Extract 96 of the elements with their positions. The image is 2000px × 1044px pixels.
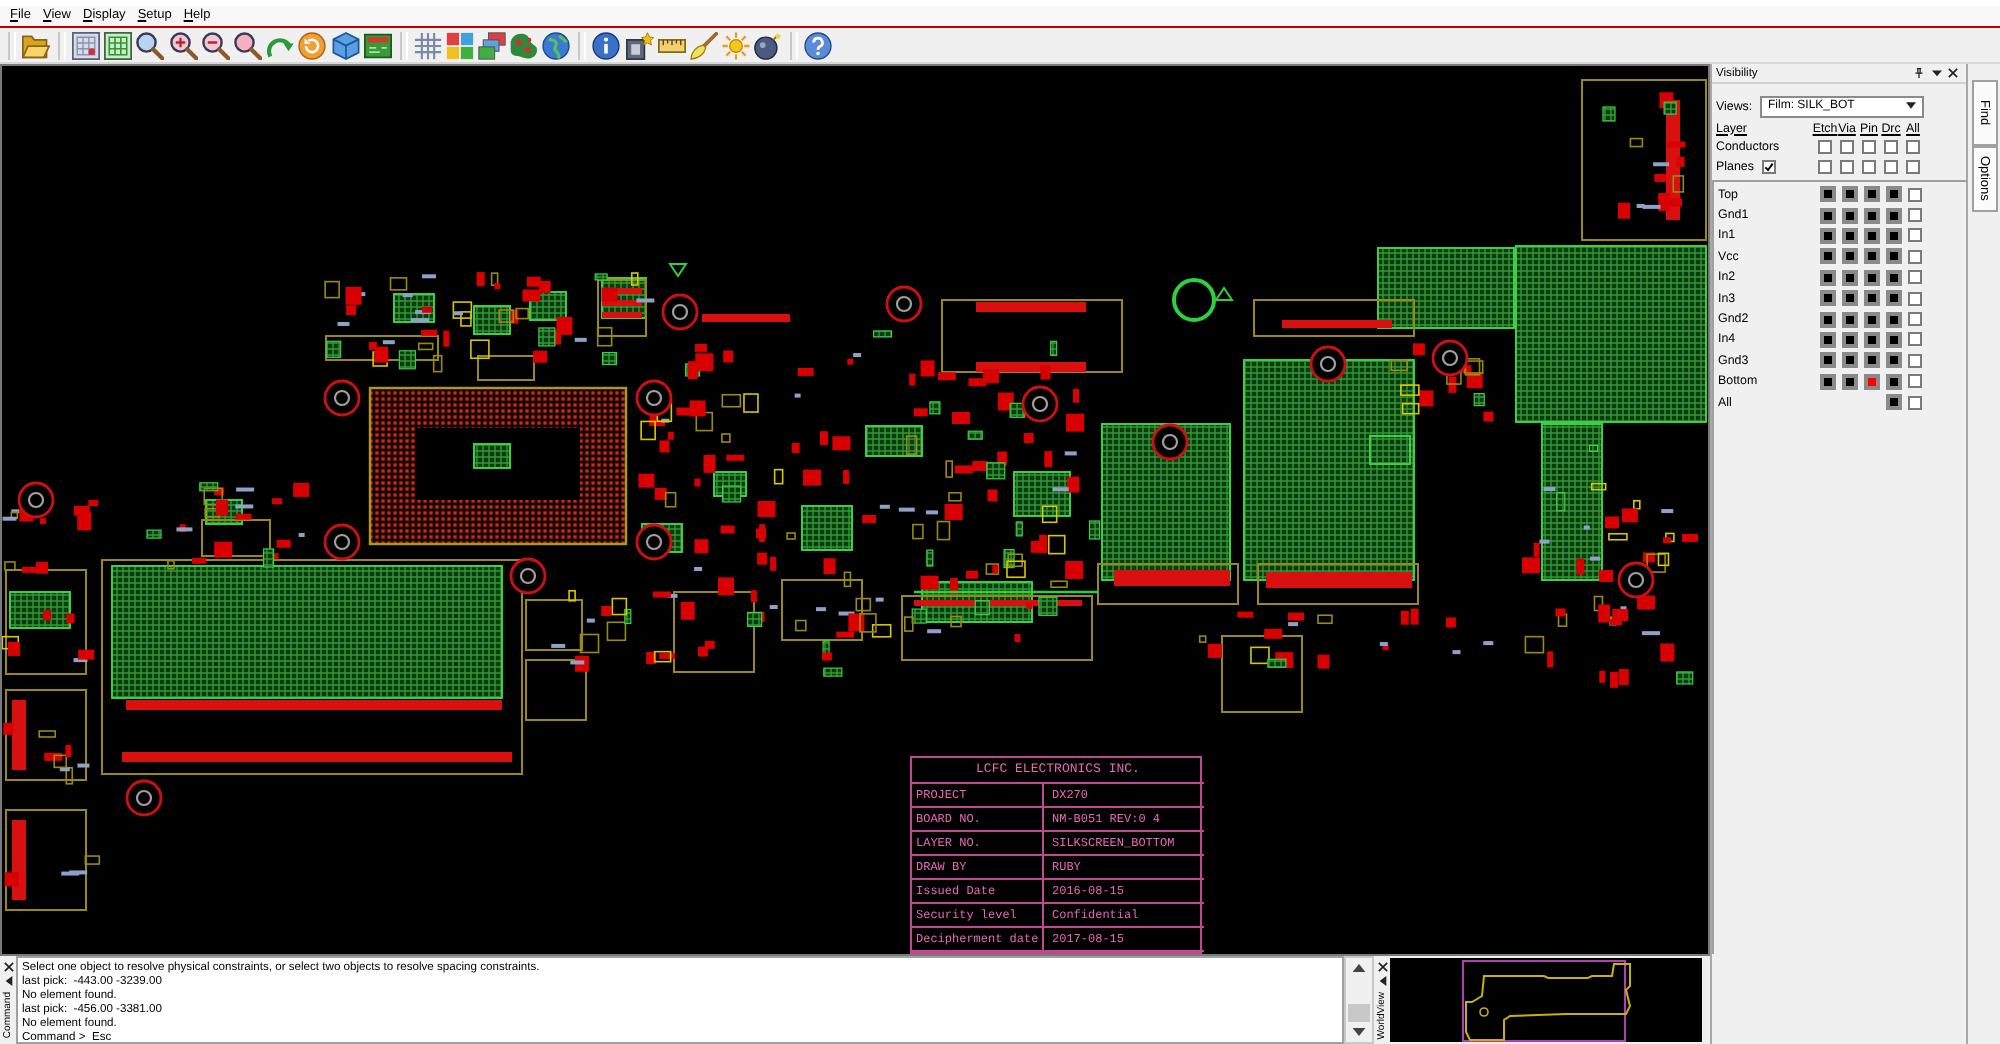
- color-swatch-icon[interactable]: [1863, 352, 1879, 369]
- color-swatch-icon[interactable]: [1885, 227, 1901, 244]
- checkbox[interactable]: [1818, 159, 1832, 173]
- checkbox[interactable]: [1884, 159, 1898, 173]
- circuit-board-icon[interactable]: [363, 31, 392, 59]
- magnifier-icon[interactable]: [136, 31, 165, 59]
- color-swatch-icon[interactable]: [1841, 186, 1857, 203]
- checkbox[interactable]: [1908, 374, 1922, 389]
- checkbox[interactable]: [1908, 291, 1922, 306]
- color-swatch-icon[interactable]: [1863, 373, 1879, 390]
- checkbox[interactable]: [1840, 139, 1854, 153]
- color-swatch-icon[interactable]: [1885, 248, 1901, 265]
- color-swatch-icon[interactable]: [1863, 311, 1879, 328]
- color-swatch-icon[interactable]: [1885, 207, 1901, 224]
- globe-icon[interactable]: [542, 31, 571, 59]
- color-swatch-icon[interactable]: [1841, 269, 1857, 286]
- world-view-drawing[interactable]: [1390, 958, 1702, 1042]
- close-icon[interactable]: [1948, 68, 1958, 78]
- caret-icon[interactable]: [3, 976, 13, 986]
- checkbox[interactable]: [1908, 353, 1922, 368]
- checkbox[interactable]: [1762, 159, 1776, 173]
- color-swatch-icon[interactable]: [1819, 373, 1835, 390]
- zoom-in-icon[interactable]: [169, 31, 198, 59]
- color-swatch-icon[interactable]: [1863, 331, 1879, 348]
- checkbox[interactable]: [1906, 139, 1920, 153]
- color-swatch-icon[interactable]: [1819, 186, 1835, 203]
- cube-icon[interactable]: [331, 31, 359, 59]
- checkbox[interactable]: [1908, 208, 1922, 223]
- checkbox[interactable]: [1908, 187, 1922, 202]
- color-swatch-icon[interactable]: [1819, 227, 1835, 244]
- color-swatch-icon[interactable]: [1819, 352, 1835, 369]
- color-swatch-icon[interactable]: [1819, 207, 1835, 224]
- color-swatch-icon[interactable]: [1885, 373, 1901, 390]
- checkbox[interactable]: [1862, 159, 1876, 173]
- pin-icon[interactable]: [1914, 68, 1924, 78]
- palette-icon[interactable]: [445, 31, 474, 59]
- color-swatch-icon[interactable]: [1819, 331, 1835, 348]
- checkbox[interactable]: [1862, 139, 1876, 153]
- color-swatch-icon[interactable]: [1885, 186, 1901, 203]
- color-swatch-icon[interactable]: [1841, 248, 1857, 265]
- scroll-up-icon[interactable]: [1352, 964, 1366, 972]
- refresh-icon[interactable]: [298, 31, 327, 59]
- color-swatch-icon[interactable]: [1863, 227, 1879, 244]
- grid-frame-icon[interactable]: [72, 31, 100, 59]
- bomb-icon[interactable]: [754, 31, 783, 59]
- folder-icon[interactable]: [22, 31, 50, 59]
- color-swatch-icon[interactable]: [1885, 331, 1901, 348]
- chip-star-icon[interactable]: [625, 31, 654, 59]
- checkbox[interactable]: [1840, 159, 1854, 173]
- brush-icon[interactable]: [690, 31, 718, 59]
- color-swatch-icon[interactable]: [1819, 269, 1835, 286]
- checkbox[interactable]: [1908, 332, 1922, 347]
- color-swatch-icon[interactable]: [1841, 311, 1857, 328]
- color-swatch-icon[interactable]: [1885, 269, 1901, 286]
- color-swatch-icon[interactable]: [1863, 269, 1879, 286]
- checkbox[interactable]: [1818, 139, 1832, 153]
- info-icon[interactable]: [592, 31, 621, 59]
- close-icon[interactable]: [3, 962, 13, 972]
- color-swatch-icon[interactable]: [1885, 311, 1901, 328]
- checkbox[interactable]: [1884, 139, 1898, 153]
- zoom-out-icon[interactable]: [201, 31, 230, 59]
- magnifier-icon[interactable]: [233, 31, 262, 59]
- caret-icon[interactable]: [1906, 102, 1916, 110]
- grid-frame-icon[interactable]: [104, 31, 133, 59]
- color-swatch-icon[interactable]: [1841, 352, 1857, 369]
- color-swatch-icon[interactable]: [1863, 248, 1879, 265]
- color-swatch-icon[interactable]: [1885, 290, 1901, 307]
- layers-icon[interactable]: [478, 31, 507, 59]
- color-swatch-icon[interactable]: [1819, 311, 1835, 328]
- color-swatch-icon[interactable]: [1885, 352, 1901, 369]
- color-swatch-icon[interactable]: [1841, 373, 1857, 390]
- checkbox[interactable]: [1908, 249, 1922, 264]
- scrollbar[interactable]: [1344, 956, 1374, 1044]
- close-icon[interactable]: [1377, 962, 1387, 972]
- color-swatch-icon[interactable]: [1841, 207, 1857, 224]
- grid-icon[interactable]: [413, 31, 442, 59]
- checkbox[interactable]: [1906, 159, 1920, 173]
- color-swatch-icon[interactable]: [1841, 331, 1857, 348]
- checkbox[interactable]: [1908, 228, 1922, 243]
- color-swatch-icon[interactable]: [1863, 290, 1879, 307]
- caret-icon[interactable]: [1377, 976, 1387, 986]
- color-swatch-icon[interactable]: [1885, 394, 1901, 411]
- scroll-down-icon[interactable]: [1352, 1028, 1366, 1036]
- color-swatch-icon[interactable]: [1841, 290, 1857, 307]
- blob-icon[interactable]: [510, 31, 539, 59]
- help-icon[interactable]: [804, 31, 833, 59]
- checkbox[interactable]: [1908, 270, 1922, 285]
- checkbox[interactable]: [1908, 312, 1922, 327]
- scroll-thumb[interactable]: [1348, 1004, 1370, 1022]
- checkbox[interactable]: [1908, 395, 1922, 410]
- color-swatch-icon[interactable]: [1819, 248, 1835, 265]
- color-swatch-icon[interactable]: [1863, 207, 1879, 224]
- color-swatch-icon[interactable]: [1841, 227, 1857, 244]
- caret-icon[interactable]: [1931, 68, 1941, 78]
- color-swatch-icon[interactable]: [1863, 186, 1879, 203]
- color-swatch-icon[interactable]: [1819, 290, 1835, 307]
